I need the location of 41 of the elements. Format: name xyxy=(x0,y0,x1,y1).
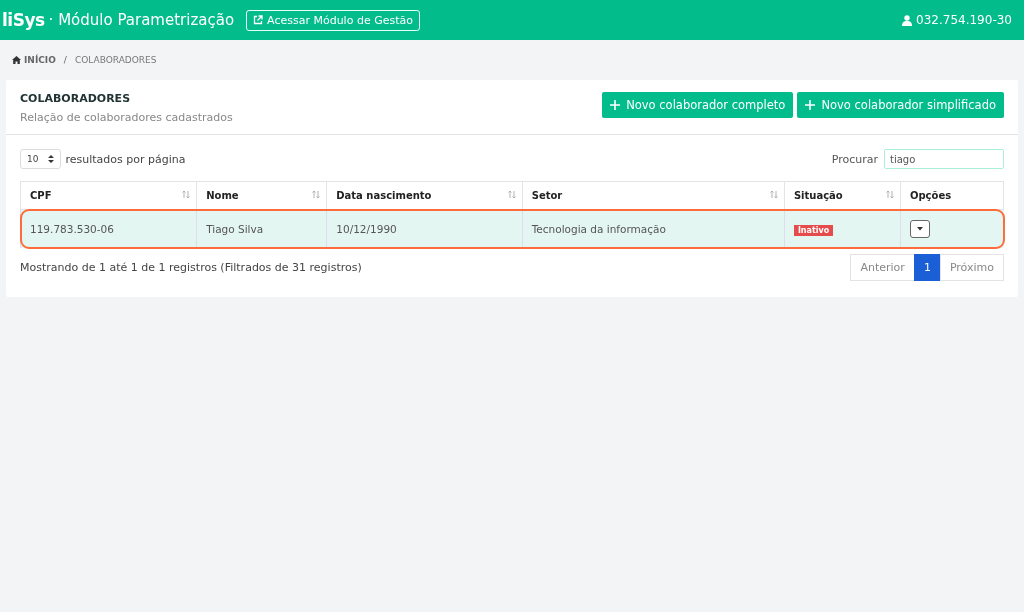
external-link-icon xyxy=(253,15,264,25)
home-icon xyxy=(12,56,21,64)
pagination-button[interactable]: Anterior xyxy=(850,254,915,281)
sort-arrows-icon[interactable] xyxy=(182,190,191,201)
plus-icon xyxy=(610,100,621,110)
search-field[interactable]: tiago xyxy=(884,149,1004,169)
caret-icon xyxy=(916,227,923,231)
sort-arrows-icon[interactable] xyxy=(769,190,778,201)
sort-arrows-icon[interactable] xyxy=(312,190,321,201)
user-id: 032.754.190-30 xyxy=(916,13,1012,27)
app-title: · Módulo Parametrização xyxy=(48,11,235,29)
options-dropdown-button[interactable] xyxy=(909,220,930,238)
breadcrumb-separator: / xyxy=(63,55,67,65)
pagination-button[interactable]: Próximo xyxy=(939,254,1004,281)
sort-arrows-icon[interactable] xyxy=(885,190,894,201)
breadcrumb-current: COLABORADORES xyxy=(74,55,157,65)
status-badge: Inativo xyxy=(793,225,834,236)
brand-logo: liSys xyxy=(2,10,45,30)
table-cell: 119.783.530-06 xyxy=(30,223,114,235)
table-cell: Tiago Silva xyxy=(206,223,264,235)
sort-caret-icon xyxy=(48,155,55,163)
user-icon xyxy=(902,14,913,26)
column-header[interactable]: Opções xyxy=(900,181,1004,210)
pagination-button[interactable]: 1 xyxy=(913,254,941,281)
column-header[interactable]: Setor xyxy=(522,181,785,210)
search-label: Procurar xyxy=(831,152,878,166)
sort-arrows-icon[interactable] xyxy=(507,190,516,201)
card-subtitle: Relação de colaboradores cadastrados xyxy=(20,111,233,124)
table-info: Mostrando de 1 até 1 de 1 registros (Filtrados de 31 registros) xyxy=(20,261,362,274)
page-size-select[interactable]: 10 xyxy=(20,149,62,169)
column-header[interactable]: Data nascimento xyxy=(326,181,523,210)
page-size-label: resultados por página xyxy=(65,152,186,166)
table-cell: Tecnologia da informação xyxy=(531,223,666,235)
breadcrumb-link[interactable]: INÍCIO xyxy=(24,55,56,65)
table-cell: 10/12/1990 xyxy=(336,223,397,235)
card-title: COLABORADORES xyxy=(20,92,132,105)
column-header[interactable]: Situação xyxy=(784,181,901,210)
column-header[interactable]: CPF xyxy=(20,181,197,210)
table-row[interactable]: 119.783.530-06 Tiago Silva 10/12/1990 Tecnologia da informação Inativo xyxy=(20,209,1004,248)
column-header[interactable]: Nome xyxy=(196,181,327,210)
plus-icon xyxy=(805,100,816,110)
